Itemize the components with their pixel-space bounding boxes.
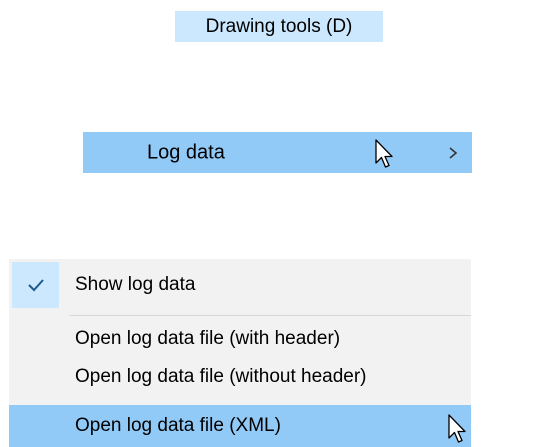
menu-item-label: Open log data file (with header) [75,328,341,349]
menu-item-show-log-data[interactable]: Show log data [9,262,471,308]
menu-item-label: Open log data file (without header) [75,366,367,387]
menu-item-label: Open log data file (XML) [75,415,281,436]
menubar-item-label: Drawing tools (D) [205,15,353,37]
menu-item-log-data[interactable]: Log data [83,132,472,173]
log-data-submenu: Show log data Open log data file (with h… [9,259,471,447]
menu-item-label: Show log data [75,274,196,295]
menu-separator [69,315,471,316]
menu-item-open-log-without-header[interactable]: Open log data file (without header) [9,359,471,395]
menu-item-open-log-xml[interactable]: Open log data file (XML) [9,405,471,447]
menu-item-label: Log data [147,141,225,163]
arrow-cursor-icon [375,139,393,168]
menu-item-open-log-with-header[interactable]: Open log data file (with header) [9,321,471,357]
chevron-right-icon [449,146,458,159]
arrow-cursor-icon [448,414,466,443]
menubar-item-drawing-tools[interactable]: Drawing tools (D) [175,11,383,42]
